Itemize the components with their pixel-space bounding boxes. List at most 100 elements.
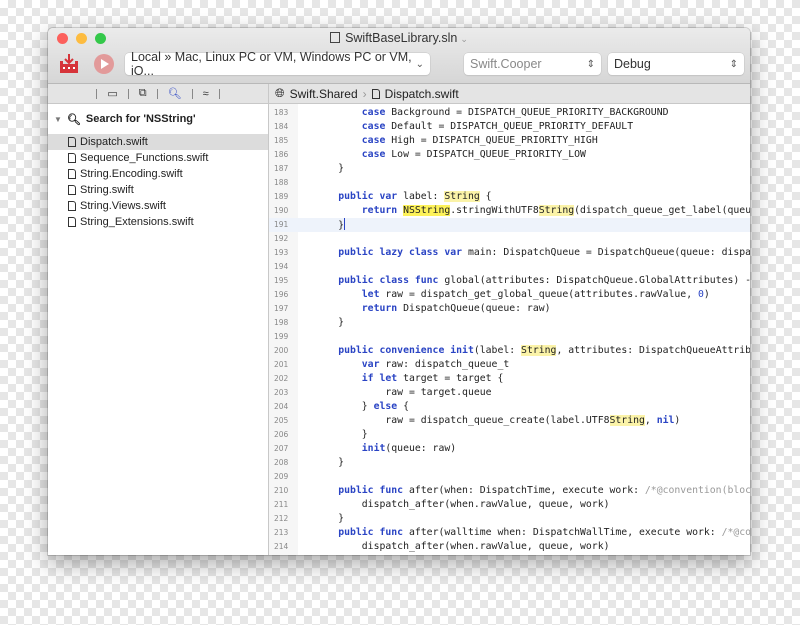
keyword-token: public func [338, 485, 404, 496]
code-line[interactable]: 193 public lazy class var main: Dispatch… [269, 246, 750, 260]
code-line[interactable]: 214 dispatch_after(when.rawValue, queue,… [269, 540, 750, 554]
search-match: String [521, 345, 557, 356]
code-text: case Low = DISPATCH_QUEUE_PRIORITY_LOW [291, 148, 586, 162]
code-text: let raw = dispatch_get_global_queue(attr… [291, 288, 710, 302]
target-label: Local » Mac, Linux PC or VM, Windows PC … [131, 50, 412, 78]
code-line[interactable]: 204 } else { [269, 400, 750, 414]
code-text: } else { [291, 400, 409, 414]
code-line[interactable]: 197 return DispatchQueue(queue: raw) [269, 302, 750, 316]
code-line[interactable]: 186 case Low = DISPATCH_QUEUE_PRIORITY_L… [269, 148, 750, 162]
keyword-token: case [361, 121, 386, 132]
search-result-file[interactable]: String_Extensions.swift [48, 214, 268, 230]
code-token: } [291, 401, 374, 412]
code-line[interactable]: 200 public convenience init(label: Strin… [269, 344, 750, 358]
keyword-token: public func [338, 527, 404, 538]
search-result-file[interactable]: Dispatch.swift [48, 134, 268, 150]
code-text: case High = DISPATCH_QUEUE_PRIORITY_HIGH [291, 134, 598, 148]
code-line[interactable]: 213 public func after(walltime when: Dis… [269, 526, 750, 540]
code-line[interactable]: 211 dispatch_after(when.rawValue, queue,… [269, 498, 750, 512]
code-line[interactable]: 209 [269, 470, 750, 484]
keyword-token: case [361, 149, 386, 160]
code-line[interactable]: 195 public class func global(attributes:… [269, 274, 750, 288]
code-line[interactable]: 203 raw = target.queue [269, 386, 750, 400]
ide-window: SwiftBaseLibrary.sln ⌄ Local » Mac, Linux… [48, 28, 750, 555]
globe-icon: 🌐︎ [275, 86, 285, 100]
code-token: raw = dispatch_get_global_queue(attribut… [379, 289, 698, 300]
issues-navigator-icon[interactable]: ≈ [203, 88, 209, 100]
search-result-file[interactable]: String.Views.swift [48, 198, 268, 214]
code-line[interactable]: 210 public func after(when: DispatchTime… [269, 484, 750, 498]
code-line[interactable]: 198 } [269, 316, 750, 330]
code-line[interactable]: 208 } [269, 456, 750, 470]
code-line[interactable]: 205 raw = dispatch_queue_create(label.UT… [269, 414, 750, 428]
search-result-file[interactable]: String.swift [48, 182, 268, 198]
code-line[interactable]: 187 } [269, 162, 750, 176]
project-navigator-icon[interactable]: ▭ [107, 87, 117, 100]
code-line[interactable]: 185 case High = DISPATCH_QUEUE_PRIORITY_… [269, 134, 750, 148]
line-number: 203 [274, 388, 289, 397]
breadcrumb: 🌐︎ Swift.Shared › Dispatch.swift [269, 84, 459, 103]
keyword-token: case [361, 135, 386, 146]
code-token: } [291, 220, 345, 231]
breadcrumb-file[interactable]: Dispatch.swift [385, 87, 459, 101]
line-number: 201 [274, 360, 289, 369]
search-icon: 🔍︎ [66, 113, 81, 126]
code-line[interactable]: 190 return NSString.stringWithUTF8String… [269, 204, 750, 218]
chevron-right-icon: › [362, 86, 367, 101]
class-navigator-icon[interactable]: ⧉ [139, 87, 147, 100]
breadcrumb-project[interactable]: Swift.Shared [290, 87, 358, 101]
code-line[interactable]: 196 let raw = dispatch_get_global_queue(… [269, 288, 750, 302]
deploy-button[interactable] [58, 53, 80, 75]
project-selector[interactable]: Swift.Cooper ⇕ [464, 53, 601, 75]
configuration-label: Debug [614, 57, 651, 71]
code-token: dispatch_after(when.rawValue, queue, wor… [291, 499, 610, 510]
code-line[interactable]: 191 } [269, 218, 750, 232]
line-number: 208 [274, 458, 289, 467]
search-result-file[interactable]: String.Encoding.swift [48, 166, 268, 182]
search-match: String [444, 191, 480, 202]
code-token: ) [703, 289, 710, 300]
line-number: 196 [274, 290, 289, 299]
code-token: raw: dispatch_queue_t [379, 359, 510, 370]
comment-token: /*@convention(block)*/ [721, 527, 750, 538]
code-token: main: DispatchQueue = DispatchQueue(queu… [467, 247, 750, 258]
search-navigator-icon[interactable]: 🔍︎ [168, 87, 182, 100]
code-line[interactable]: 194 [269, 260, 750, 274]
search-navigator: ▼ 🔍︎ Search for 'NSString' Dispatch.swift S… [48, 104, 269, 555]
code-line[interactable]: 202 if let target = target { [269, 372, 750, 386]
line-number: 204 [274, 402, 289, 411]
comment-token: /*@convention(block)*/ [644, 485, 750, 496]
code-line[interactable]: 188 [269, 176, 750, 190]
code-line[interactable]: 189 public var label: String { [269, 190, 750, 204]
code-line[interactable]: 192 [269, 232, 750, 246]
code-token: Background = DISPATCH_QUEUE_PRIORITY_BAC… [385, 107, 669, 118]
code-editor[interactable]: 183 case Background = DISPATCH_QUEUE_PRI… [269, 104, 750, 555]
code-line[interactable]: 201 var raw: dispatch_queue_t [269, 358, 750, 372]
configuration-selector[interactable]: Debug ⇕ [608, 53, 744, 75]
code-token: { [397, 401, 409, 412]
code-token: Default = DISPATCH_QUEUE_PRIORITY_DEFAUL… [385, 121, 634, 132]
code-line[interactable]: 199 [269, 330, 750, 344]
target-selector[interactable]: Local » Mac, Linux PC or VM, Windows PC … [125, 50, 430, 78]
run-button[interactable] [94, 54, 114, 74]
keyword-token: var [361, 359, 380, 370]
search-results-header[interactable]: ▼ 🔍︎ Search for 'NSString' [48, 104, 268, 134]
disclosure-triangle-icon[interactable]: ▼ [54, 115, 62, 124]
code-line[interactable]: 183 case Background = DISPATCH_QUEUE_PRI… [269, 106, 750, 120]
keyword-token: return [361, 205, 398, 216]
code-line[interactable]: 207 init(queue: raw) [269, 442, 750, 456]
code-line[interactable]: 206 } [269, 428, 750, 442]
file-icon [68, 201, 76, 211]
search-result-file[interactable]: Sequence_Functions.swift [48, 150, 268, 166]
code-line[interactable]: 184 case Default = DISPATCH_QUEUE_PRIORI… [269, 120, 750, 134]
file-name: String.Views.swift [80, 200, 166, 212]
code-token: Low = DISPATCH_QUEUE_PRIORITY_LOW [385, 149, 586, 160]
window-title[interactable]: SwiftBaseLibrary.sln ⌄ [48, 31, 750, 45]
code-line[interactable]: 212 } [269, 512, 750, 526]
file-icon [68, 185, 76, 195]
